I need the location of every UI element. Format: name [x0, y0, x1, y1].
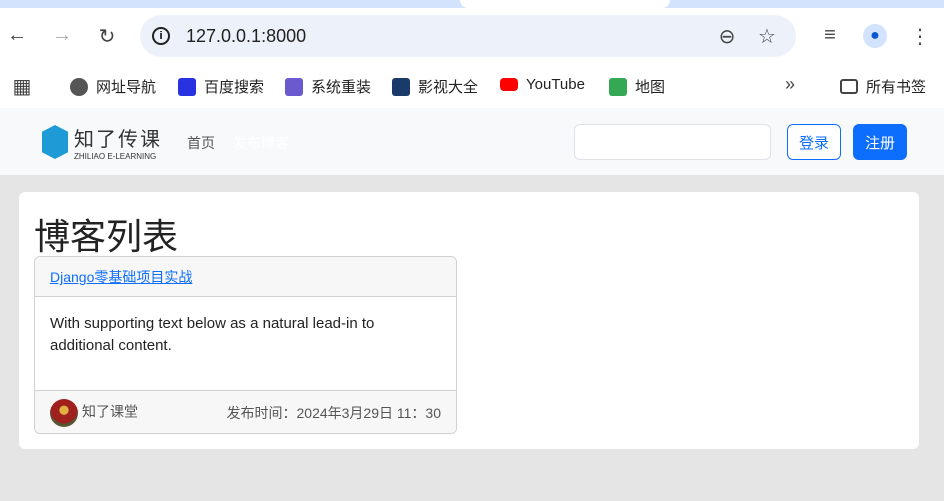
- all-bookmarks[interactable]: 所有书签: [840, 76, 926, 97]
- site-info-icon[interactable]: i: [152, 27, 170, 45]
- youtube-icon: [500, 78, 518, 91]
- zoom-icon[interactable]: ⊖: [715, 24, 739, 49]
- menu-icon[interactable]: ⋮: [908, 24, 932, 49]
- brand-logo[interactable]: 知了传课 ZHILIAO E-LEARNING: [42, 123, 162, 161]
- bookmark-label: 所有书签: [866, 79, 927, 96]
- card-footer: 知了课堂 发布时间：2024年3月29日 11：30: [35, 390, 456, 433]
- bookmark-label: 系统重装: [311, 79, 372, 96]
- bookmark-2[interactable]: 百度搜索: [178, 76, 264, 97]
- browser-toolbar: ← → ↻ i 127.0.0.1:8000 ⊖ ☆ ≡ ● ⋮: [0, 8, 944, 64]
- url-text[interactable]: 127.0.0.1:8000: [186, 26, 306, 47]
- globe-icon: [70, 77, 88, 96]
- bookmark-label: 地图: [635, 79, 666, 96]
- profile-icon[interactable]: ●: [863, 24, 887, 48]
- more-bookmarks-icon[interactable]: »: [778, 74, 802, 95]
- login-button[interactable]: 登录: [787, 124, 841, 160]
- brand-subtitle: ZHILIAO E-LEARNING: [74, 152, 157, 161]
- search-input[interactable]: [574, 124, 771, 160]
- bookmark-6[interactable]: 地图: [609, 76, 665, 97]
- nav-home[interactable]: 首页: [187, 133, 215, 153]
- publish-time: 发布时间：2024年3月29日 11：30: [226, 404, 442, 421]
- page-title: 博客列表: [34, 216, 179, 257]
- apps-icon[interactable]: ▦: [10, 74, 34, 99]
- tab-strip: [0, 0, 944, 8]
- main-content: 博客列表 Django零基础项目实战 With supporting text …: [19, 192, 919, 449]
- author: 知了课堂: [50, 398, 138, 427]
- bookmark-1[interactable]: 网址导航: [70, 76, 156, 97]
- bookmarks-bar: ▦ 网址导航 百度搜索 系统重装 影视大全 YouTube 地图 » 所有书签: [0, 64, 944, 108]
- register-button[interactable]: 注册: [853, 124, 907, 160]
- folder-icon: [840, 79, 858, 94]
- bookmark-label: 网址导航: [96, 79, 157, 96]
- bookmark-label: YouTube: [526, 76, 585, 93]
- forward-icon[interactable]: →: [50, 24, 74, 47]
- site-navbar: 知了传课 ZHILIAO E-LEARNING 首页 发布博客 登录 注册: [0, 108, 944, 176]
- avatar: [50, 398, 78, 427]
- bookmark-5[interactable]: YouTube: [500, 76, 585, 93]
- author-name: 知了课堂: [82, 403, 138, 420]
- logo-icon: [42, 125, 68, 159]
- address-bar[interactable]: i 127.0.0.1:8000 ⊖ ☆: [140, 15, 796, 57]
- blog-title-link[interactable]: Django零基础项目实战: [50, 269, 192, 285]
- star-icon[interactable]: ☆: [755, 24, 779, 49]
- blog-card: Django零基础项目实战 With supporting text below…: [34, 256, 457, 434]
- brand-name: 知了传课: [74, 129, 162, 151]
- bookmark-label: 影视大全: [418, 79, 479, 96]
- film-icon: [392, 77, 410, 96]
- back-icon[interactable]: ←: [5, 24, 29, 47]
- baidu-icon: [178, 77, 196, 96]
- nav-publish-blog[interactable]: 发布博客: [233, 133, 289, 153]
- reload-icon[interactable]: ↻: [95, 24, 119, 49]
- bookmark-label: 百度搜索: [204, 79, 265, 96]
- active-tab[interactable]: [460, 0, 670, 8]
- media-icon[interactable]: ≡: [818, 24, 842, 47]
- blog-excerpt: With supporting text below as a natural …: [50, 315, 375, 354]
- maps-icon: [609, 77, 627, 96]
- bookmark-3[interactable]: 系统重装: [285, 76, 371, 97]
- bookmark-4[interactable]: 影视大全: [392, 76, 478, 97]
- hat-icon: [285, 77, 303, 96]
